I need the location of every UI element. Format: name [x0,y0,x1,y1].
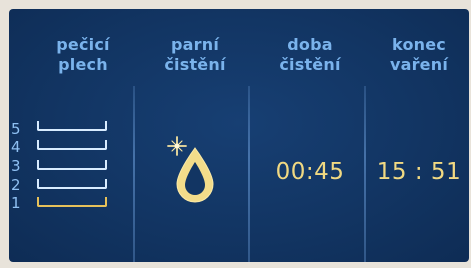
tray-level-4[interactable] [37,140,107,150]
end-header-line2: vaření [389,55,449,74]
tray-header-line1: pečicí [56,35,110,54]
cooking-end-time-value[interactable]: 15 : 51 [369,159,469,185]
end-column-header: konec vaření [369,35,469,75]
steam-column-header: parní čistění [139,35,251,75]
tray-level-4-number: 4 [11,138,21,156]
tray-level-3-number: 3 [11,157,21,175]
steam-header-line1: parní [170,35,219,54]
tray-header-line2: plech [58,55,108,74]
column-divider [248,86,250,262]
end-header-line1: konec [392,35,446,54]
steam-drop-sparkle-icon[interactable] [165,134,217,206]
tray-level-5[interactable] [37,121,107,131]
column-divider [133,86,135,262]
duration-column-header: doba čistění [254,35,366,75]
tray-level-1-number: 1 [11,194,21,212]
cleaning-duration-value[interactable]: 00:45 [254,159,366,185]
tray-level-3[interactable] [37,160,107,170]
display-panel: pečicí plech parní čistění doba čistění … [9,9,469,262]
tray-level-1[interactable] [37,197,107,207]
tray-level-2[interactable] [37,179,107,189]
tray-level-5-number: 5 [11,120,21,138]
oven-display-screen: pečicí plech parní čistění doba čistění … [0,0,471,268]
duration-header-line1: doba [287,35,333,54]
steam-header-line2: čistění [164,55,226,74]
tray-level-2-number: 2 [11,176,21,194]
duration-header-line2: čistění [279,55,341,74]
tray-column-header: pečicí plech [28,35,138,75]
